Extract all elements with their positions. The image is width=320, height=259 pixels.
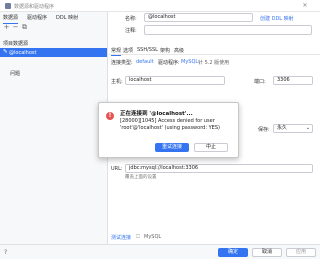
close-icon[interactable]: ✕ — [300, 2, 310, 10]
window-title: 数据源和驱动程序 — [14, 4, 55, 10]
connection-type-value[interactable]: default — [136, 59, 154, 65]
connection-error-dialog: ! 正在连接到 '@localhost'... [28000][1045] Ac… — [98, 102, 239, 158]
tab-schemas[interactable]: 架构 — [160, 47, 170, 54]
driver-version: 针 5.2 版使用 — [198, 60, 230, 66]
app-icon — [5, 3, 11, 9]
help-icon[interactable]: ? — [4, 249, 7, 256]
data-source-item-localhost[interactable]: ✎ @localhost — [0, 48, 107, 57]
ok-button[interactable]: 确定 — [218, 248, 248, 257]
tab-data-sources[interactable]: 数据源 — [3, 14, 19, 24]
bottom-bar: ? 确定 取消 应用 — [0, 244, 320, 259]
abort-button[interactable]: 中止 — [194, 143, 228, 152]
tab-ddl-mapping[interactable]: DDL 映射 — [56, 14, 78, 21]
port-field[interactable]: 3306 — [273, 76, 313, 85]
comment-label: 注释: — [125, 28, 137, 34]
comment-field[interactable] — [144, 25, 312, 35]
data-sources-window: 数据源和驱动程序 ✕ 数据源 驱动程序 DDL 映射 + − ⧉ 项目数据源 ✎… — [0, 0, 320, 259]
save-label: 保存: — [258, 127, 270, 133]
tab-ssh-ssl[interactable]: SSH/SSL — [137, 47, 158, 53]
driver-label: 驱动程序: — [158, 60, 180, 66]
name-field[interactable]: @localhost — [144, 13, 253, 22]
settings-tabs: 常规 选项 SSH/SSL 架构 高级 — [108, 46, 320, 56]
host-label: 主机: — [111, 79, 123, 85]
test-connection-link[interactable]: 测试连接 — [111, 234, 131, 241]
left-pane: 数据源 驱动程序 DDL 映射 + − ⧉ 项目数据源 ✎ @localhost… — [0, 12, 108, 259]
save-select[interactable]: 永久 ⌄ — [273, 124, 313, 133]
cancel-button[interactable]: 取消 — [252, 248, 282, 257]
dialog-title: 正在连接到 '@localhost'... — [120, 111, 193, 117]
test-driver-label: MySQL — [144, 234, 162, 240]
url-hint: 覆盖上面的设置 — [125, 175, 157, 180]
data-source-label: @localhost — [9, 50, 37, 56]
create-ddl-mapping-link[interactable]: 创建 DDL 映射 — [260, 15, 294, 22]
save-value: 永久 — [277, 125, 288, 131]
tab-general[interactable]: 常规 — [111, 47, 122, 56]
apply-button[interactable]: 应用 — [286, 248, 316, 257]
url-label: URL: — [111, 166, 123, 172]
title-bar: 数据源和驱动程序 ✕ — [0, 0, 320, 12]
name-label: 名称: — [125, 16, 137, 22]
error-icon: ! — [106, 112, 114, 120]
remove-icon[interactable]: − — [12, 24, 19, 31]
left-tabs: 数据源 驱动程序 DDL 映射 — [0, 12, 108, 24]
copy-icon[interactable]: ⧉ — [21, 24, 28, 31]
host-field[interactable]: localhost — [125, 76, 225, 85]
driver-value[interactable]: MySQL — [181, 59, 198, 65]
test-check-icon: ⏍ — [136, 234, 140, 240]
connection-type-label: 连接类型: — [111, 60, 133, 66]
tab-drivers[interactable]: 驱动程序 — [27, 14, 47, 21]
dialog-message: [28000][1045] Access denied for user 'ro… — [120, 118, 220, 131]
section-project-data-sources: 项目数据源 — [3, 41, 29, 47]
chevron-down-icon: ⌄ — [305, 125, 310, 131]
port-label: 端口: — [254, 79, 266, 85]
tab-advanced[interactable]: 高级 — [174, 47, 184, 54]
section-problems: 问题 — [10, 71, 21, 77]
url-field[interactable]: jdbc:mysql://localhost:3306 — [125, 164, 313, 173]
tab-options[interactable]: 选项 — [123, 47, 133, 54]
mysql-icon: ✎ — [3, 48, 8, 55]
retry-connection-button[interactable]: 重试连接 — [155, 143, 189, 152]
add-icon[interactable]: + — [3, 24, 10, 31]
